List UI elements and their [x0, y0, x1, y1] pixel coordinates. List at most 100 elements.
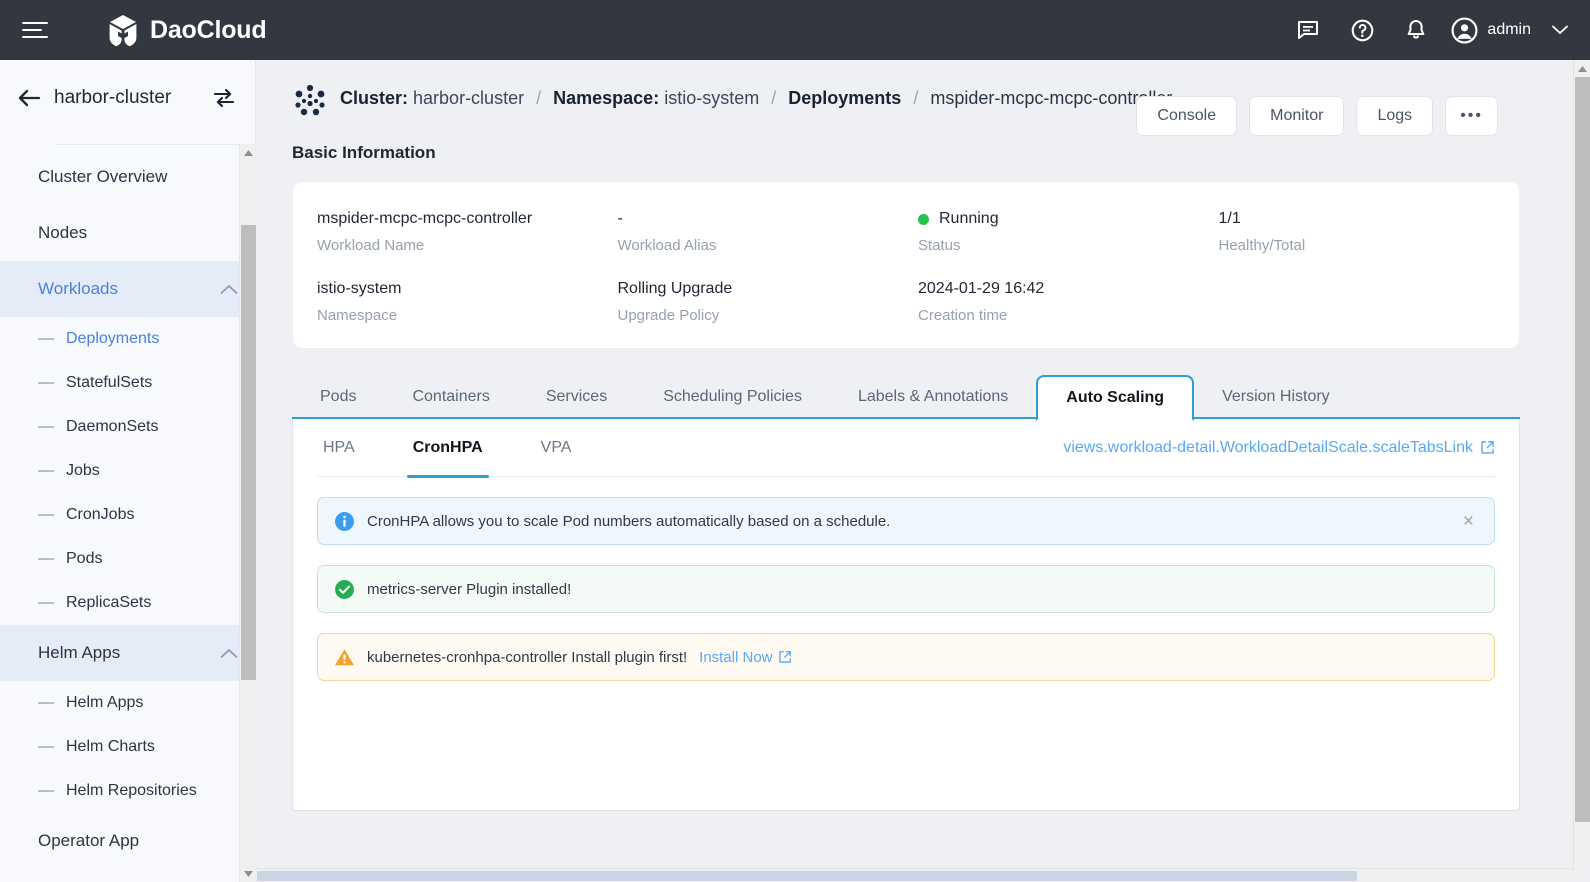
sidebar-group-label: Operator App — [38, 831, 140, 850]
tab-auto-scaling[interactable]: Auto Scaling — [1036, 375, 1195, 421]
close-icon[interactable]: × — [1459, 512, 1478, 531]
sidebar-item-helm-apps[interactable]: Helm Apps — [0, 681, 256, 725]
more-actions-button[interactable]: ••• — [1445, 96, 1498, 136]
field-label: Upgrade Policy — [617, 307, 720, 324]
field-label: Namespace — [317, 307, 398, 324]
alert-info-cronhpa: CronHPA allows you to scale Pod numbers … — [317, 497, 1495, 545]
sidebar-item-cronjobs[interactable]: CronJobs — [0, 493, 256, 537]
bell-icon[interactable] — [1389, 0, 1443, 60]
monitor-button[interactable]: Monitor — [1249, 96, 1345, 136]
scroll-down-arrow-icon[interactable] — [240, 865, 257, 882]
sidebar-item-helm-repositories[interactable]: Helm Repositories — [0, 769, 256, 813]
topbar-actions: admin — [1281, 0, 1590, 60]
chevron-up-icon — [220, 648, 238, 659]
sidebar-item-label: ReplicaSets — [66, 594, 152, 611]
field-status: Running Status — [918, 210, 1219, 254]
sidebar-group-workloads[interactable]: Workloads — [0, 261, 256, 317]
scale-tabs-link-label: views.workload-detail.WorkloadDetailScal… — [1063, 438, 1473, 456]
field-creation-time: 2024-01-29 16:42 Creation time — [918, 280, 1219, 324]
field-value: 1/1 — [1218, 210, 1241, 227]
tab-containers[interactable]: Containers — [384, 375, 517, 419]
help-icon[interactable] — [1335, 0, 1389, 60]
page-scrollbar-horizontal-thumb[interactable] — [257, 871, 1357, 881]
sidebar-scrollbar-thumb[interactable] — [241, 225, 256, 680]
avatar — [1451, 17, 1478, 44]
daocloud-cube-icon — [107, 14, 139, 47]
sidebar-group-label: Workloads — [38, 279, 118, 298]
warning-triangle-icon — [334, 647, 355, 668]
sidebar-item-label: Helm Repositories — [66, 782, 197, 799]
dash-icon — [38, 514, 54, 516]
console-button[interactable]: Console — [1136, 96, 1238, 136]
breadcrumb-cluster-value[interactable]: harbor-cluster — [413, 88, 524, 108]
sidebar-item-label: Nodes — [38, 223, 88, 242]
sidebar-item-pods[interactable]: Pods — [0, 537, 256, 581]
field-value: istio-system — [317, 280, 402, 297]
sidebar-item-daemonsets[interactable]: DaemonSets — [0, 405, 256, 449]
chevron-up-icon — [220, 284, 238, 295]
page-scrollbar-thumb[interactable] — [1575, 77, 1590, 822]
brand-name: DaoCloud — [150, 15, 267, 44]
field-label: Workload Alias — [617, 237, 717, 254]
sidebar-item-label: StatefulSets — [66, 374, 153, 391]
field-workload-name: mspider-mcpc-mcpc-controller Workload Na… — [317, 210, 618, 254]
dash-icon — [38, 602, 54, 604]
sidebar-item-cluster-overview[interactable]: Cluster Overview — [0, 149, 256, 205]
arrow-left-icon[interactable] — [16, 85, 42, 111]
logs-button[interactable]: Logs — [1356, 96, 1434, 136]
breadcrumb-resource-label[interactable]: Deployments — [788, 88, 901, 108]
status-badge: Running — [918, 210, 1219, 228]
subtab-cronhpa[interactable]: CronHPA — [406, 419, 489, 478]
scroll-up-arrow-icon[interactable] — [1574, 60, 1590, 77]
tab-labels-annotations[interactable]: Labels & Annotations — [830, 375, 1036, 419]
message-icon[interactable] — [1281, 0, 1335, 60]
sidebar-item-label: DaemonSets — [66, 418, 159, 435]
field-value: Rolling Upgrade — [617, 280, 733, 297]
field-label: Creation time — [918, 307, 1008, 324]
sidebar-item-statefulsets[interactable]: StatefulSets — [0, 361, 256, 405]
subtab-hpa[interactable]: HPA — [317, 419, 361, 477]
sidebar-group-helm-apps[interactable]: Helm Apps — [0, 625, 256, 681]
basic-information-grid: mspider-mcpc-mcpc-controller Workload Na… — [293, 210, 1519, 324]
tab-services[interactable]: Services — [518, 375, 635, 419]
subtab-vpa[interactable]: VPA — [535, 419, 578, 477]
tab-pods[interactable]: Pods — [292, 375, 384, 419]
sidebar-item-label: Jobs — [66, 462, 100, 479]
sidebar-scrollbar[interactable] — [239, 144, 257, 882]
field-label: Status — [918, 237, 961, 254]
page-action-buttons: Console Monitor Logs ••• — [1136, 96, 1498, 136]
cluster-dots-icon — [292, 83, 328, 119]
sidebar-item-helm-charts[interactable]: Helm Charts — [0, 725, 256, 769]
install-now-label: Install Now — [699, 648, 773, 666]
sidebar-item-deployments[interactable]: Deployments — [0, 317, 256, 361]
sidebar-item-replicasets[interactable]: ReplicaSets — [0, 581, 256, 625]
page-scrollbar-horizontal[interactable] — [256, 868, 1573, 882]
brand-logo-group[interactable]: DaoCloud — [107, 14, 267, 47]
sidebar-item-nodes[interactable]: Nodes — [0, 205, 256, 261]
field-value: mspider-mcpc-mcpc-controller — [317, 210, 533, 227]
user-menu[interactable]: admin — [1443, 17, 1572, 44]
sidebar-item-jobs[interactable]: Jobs — [0, 449, 256, 493]
chevron-down-icon — [1552, 25, 1568, 35]
switch-cluster-icon[interactable] — [211, 85, 237, 111]
user-name: admin — [1487, 21, 1531, 38]
tab-scheduling-policies[interactable]: Scheduling Policies — [635, 375, 830, 419]
hamburger-icon[interactable] — [20, 13, 54, 47]
auto-scaling-panel: HPA CronHPA VPA views.workload-detail.Wo… — [292, 419, 1520, 811]
sidebar-group-operator-app[interactable]: Operator App — [0, 813, 256, 869]
breadcrumb-cluster-label: Cluster: — [340, 88, 409, 108]
alert-text: metrics-server Plugin installed! — [367, 580, 572, 598]
dash-icon — [38, 702, 54, 704]
scroll-up-arrow-icon[interactable] — [240, 144, 257, 161]
scale-tabs-link[interactable]: views.workload-detail.WorkloadDetailScal… — [1063, 439, 1495, 457]
sidebar-item-label: Helm Apps — [66, 694, 144, 711]
sidebar-header: harbor-cluster — [0, 60, 255, 136]
field-upgrade-policy: Rolling Upgrade Upgrade Policy — [618, 280, 919, 324]
breadcrumb-namespace-value[interactable]: istio-system — [664, 88, 759, 108]
check-circle-icon — [334, 579, 355, 600]
tab-version-history[interactable]: Version History — [1194, 375, 1358, 419]
field-workload-alias: - Workload Alias — [618, 210, 919, 254]
field-empty — [1219, 280, 1520, 324]
install-now-link[interactable]: Install Now — [699, 649, 791, 666]
page-scrollbar-vertical[interactable] — [1573, 60, 1590, 870]
